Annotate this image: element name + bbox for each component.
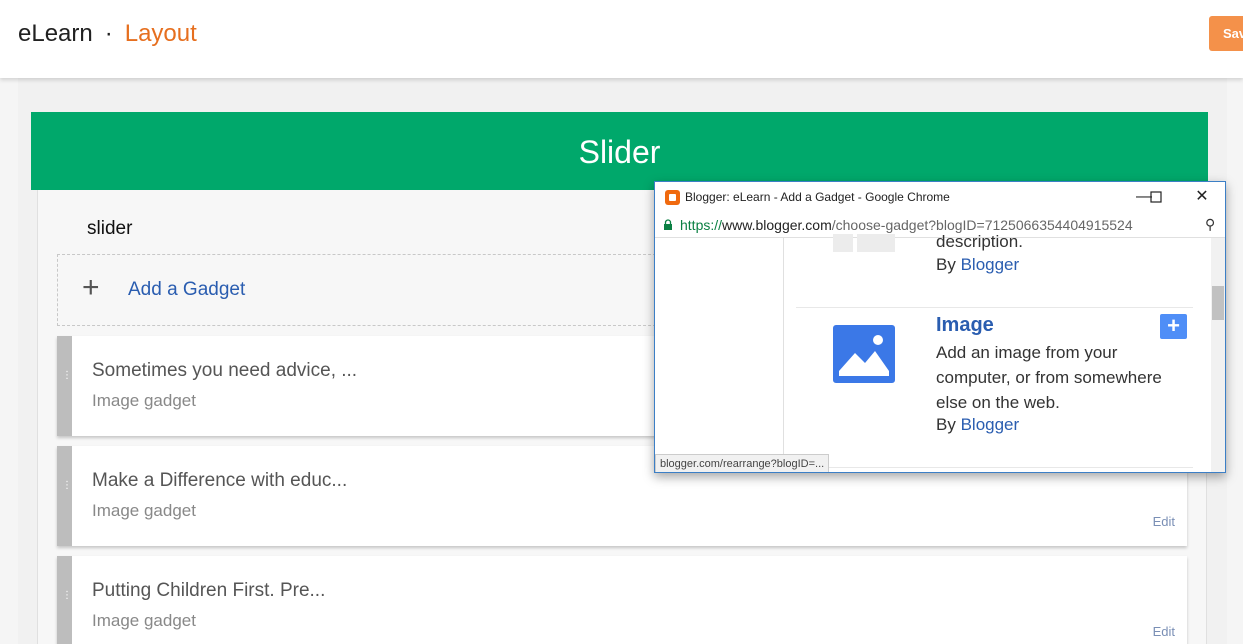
blog-name[interactable]: eLearn — [18, 20, 93, 47]
popup-titlebar[interactable]: Blogger: eLearn - Add a Gadget - Google … — [655, 182, 1225, 212]
save-button[interactable]: Save — [1209, 16, 1243, 51]
slider-banner: Slider — [31, 112, 1208, 190]
gadget-type: Image gadget — [92, 501, 196, 520]
gadget-type: Image gadget — [92, 611, 196, 630]
divider — [796, 307, 1193, 308]
zoom-icon[interactable]: ⚲ — [1205, 216, 1215, 233]
maximize-icon[interactable] — [1143, 185, 1169, 209]
edit-link[interactable]: Edit — [1153, 624, 1175, 639]
gadget-author: By Blogger — [936, 415, 1020, 434]
close-icon[interactable]: ✕ — [1189, 185, 1215, 209]
section-name: slider — [87, 218, 133, 239]
add-gadget-link[interactable]: Add a Gadget — [128, 279, 245, 301]
gadget-title: Make a Difference with educ... — [92, 470, 348, 491]
gadget-card[interactable]: ⋮ Putting Children First. Pre... Image g… — [57, 556, 1187, 644]
drag-handle[interactable]: ⋮ — [57, 556, 72, 644]
add-gadget-popup: Blogger: eLearn - Add a Gadget - Google … — [654, 181, 1226, 473]
top-bar: eLearn · Layout Save — [0, 0, 1243, 78]
url-text[interactable]: https://www.blogger.com/choose-gadget?bl… — [680, 217, 1133, 233]
gadget-title: Sometimes you need advice, ... — [92, 360, 358, 381]
right-gutter — [1227, 78, 1243, 644]
gadget-description: description. — [936, 232, 1023, 251]
gadget-thumbnail — [857, 234, 895, 252]
title-separator: · — [104, 20, 113, 47]
gadget-list: description. By Blogger Image Add an ima… — [655, 232, 1211, 472]
gadget-type: Image gadget — [92, 391, 196, 410]
category-column — [655, 238, 784, 472]
status-bar: blogger.com/rearrange?blogID=... — [655, 454, 830, 472]
page-title: eLearn · Layout — [18, 20, 197, 48]
author-link[interactable]: Blogger — [961, 255, 1020, 274]
plus-icon[interactable]: + — [82, 273, 100, 303]
drag-handle[interactable]: ⋮ — [57, 446, 72, 546]
gadget-description: Add an image from your computer, or from… — [936, 343, 1162, 412]
popup-title: Blogger: eLearn - Add a Gadget - Google … — [685, 190, 950, 204]
scrollbar-thumb[interactable] — [1212, 286, 1224, 320]
add-gadget-button[interactable]: + — [1160, 314, 1187, 339]
blogger-icon — [665, 190, 680, 205]
gadget-name[interactable]: Image — [936, 314, 994, 337]
author-link[interactable]: Blogger — [961, 415, 1020, 434]
page-name: Layout — [124, 20, 197, 47]
image-icon — [833, 325, 895, 383]
scrollbar[interactable] — [1211, 238, 1225, 472]
gadget-title: Putting Children First. Pre... — [92, 580, 326, 601]
gadget-author: By Blogger — [936, 255, 1020, 274]
edit-link[interactable]: Edit — [1153, 514, 1175, 529]
gadget-thumbnail — [833, 234, 853, 252]
divider — [796, 467, 1193, 468]
drag-handle[interactable]: ⋮ — [57, 336, 72, 436]
lock-icon — [664, 219, 672, 230]
left-gutter — [0, 78, 18, 644]
